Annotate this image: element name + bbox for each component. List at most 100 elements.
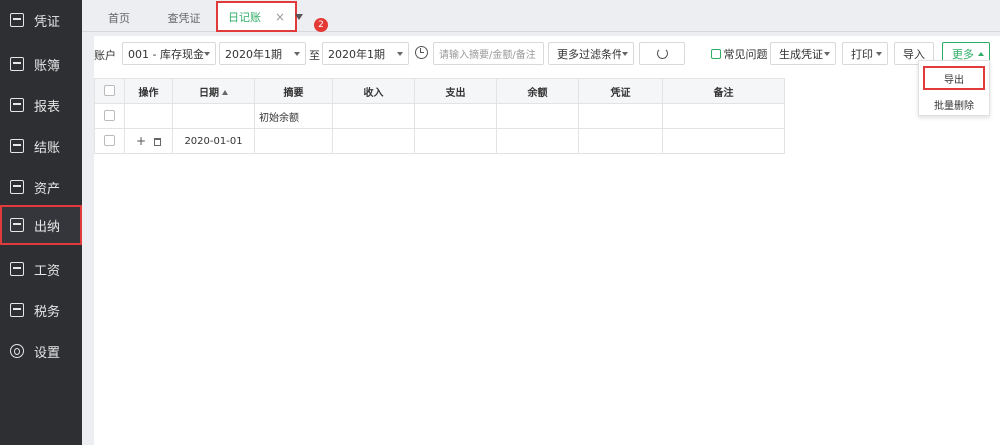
faq-label: 常见问题 xyxy=(723,47,768,61)
income-cell[interactable] xyxy=(332,128,415,154)
chevron-down-icon xyxy=(294,52,300,56)
expense-cell[interactable] xyxy=(414,128,497,154)
checkbox-settle-icon xyxy=(10,139,24,153)
column-header-expense: 支出 xyxy=(414,78,497,104)
balance-cell xyxy=(496,128,579,154)
faq-link[interactable]: 常见问题 xyxy=(710,42,768,65)
sidebar-item-label: 报表 xyxy=(34,99,61,115)
menu-item-label: 导出 xyxy=(944,74,964,86)
income-cell[interactable] xyxy=(332,103,415,129)
account-label: 账户 xyxy=(94,49,116,62)
sidebar-item-label: 出纳 xyxy=(34,219,61,235)
row-checkbox-cell xyxy=(94,103,125,129)
journal-table: 操作 日期 摘要 收入 支出 余额 凭证 备注 初始余额 + 2020-01-0… xyxy=(94,78,785,154)
menu-item-export[interactable]: 导出 xyxy=(923,66,985,90)
print-button[interactable]: 打印 xyxy=(842,42,888,65)
column-header-note: 备注 xyxy=(662,78,785,104)
range-separator: 至 xyxy=(309,49,320,62)
salary-card-icon xyxy=(10,262,24,276)
tab-home[interactable]: 首页 xyxy=(94,4,144,32)
op-cell: + xyxy=(124,128,173,154)
row-checkbox-cell xyxy=(94,128,125,154)
period-start-value: 2020年1期 xyxy=(225,47,282,61)
sidebar-item-report[interactable]: 报表 xyxy=(0,85,82,125)
close-icon[interactable]: × xyxy=(275,10,285,24)
report-icon xyxy=(10,98,24,112)
column-header-op: 操作 xyxy=(124,78,173,104)
sidebar-item-asset[interactable]: 资产 xyxy=(0,167,82,207)
row-checkbox[interactable] xyxy=(104,110,115,122)
tab-journal[interactable]: 日记账 × xyxy=(216,1,297,32)
date-cell[interactable]: 2020-01-01 xyxy=(172,128,255,154)
edit-voucher-icon xyxy=(10,13,24,27)
date-cell xyxy=(172,103,255,129)
expense-cell[interactable] xyxy=(414,103,497,129)
tab-label: 日记账 xyxy=(227,10,261,24)
chevron-down-icon xyxy=(622,52,628,56)
sidebar-item-settings[interactable]: 设置 xyxy=(0,331,82,371)
trash-icon[interactable] xyxy=(154,138,162,146)
column-header-label: 日期 xyxy=(199,87,219,99)
op-cell xyxy=(124,103,173,129)
summary-cell[interactable]: 初始余额 xyxy=(254,103,333,129)
chevron-down-icon xyxy=(824,52,830,56)
voucher-cell xyxy=(578,128,663,154)
chevron-up-icon xyxy=(978,52,984,56)
table-row: 初始余额 xyxy=(94,103,785,129)
sidebar-item-label: 税务 xyxy=(34,304,61,320)
chevron-down-icon xyxy=(397,52,403,56)
sidebar-item-ledger[interactable]: 账簿 xyxy=(0,44,82,84)
column-header-voucher: 凭证 xyxy=(578,78,663,104)
account-select[interactable]: 001 - 库存现金 xyxy=(122,42,216,65)
period-end-value: 2020年1期 xyxy=(328,47,385,61)
row-checkbox[interactable] xyxy=(104,135,115,147)
tax-icon xyxy=(10,303,24,317)
sort-ascending-icon[interactable] xyxy=(222,90,228,95)
more-filters-button[interactable]: 更多过滤条件 xyxy=(548,42,634,65)
tab-more-caret-icon[interactable] xyxy=(295,14,303,20)
search-input[interactable]: 请输入摘要/金额/备注 xyxy=(433,42,544,65)
add-row-icon[interactable]: + xyxy=(136,134,146,148)
refresh-button[interactable] xyxy=(639,42,685,65)
sidebar-item-label: 凭证 xyxy=(34,14,61,30)
sidebar-item-label: 资产 xyxy=(34,181,61,197)
asset-icon xyxy=(10,180,24,194)
column-header-date[interactable]: 日期 xyxy=(172,78,255,104)
sidebar-item-salary[interactable]: 工资 xyxy=(0,249,82,289)
step-badge-2: 2 xyxy=(314,18,328,32)
sidebar-item-label: 结账 xyxy=(34,140,61,156)
sidebar-item-cashier[interactable]: 出纳 xyxy=(0,205,82,245)
refresh-icon xyxy=(656,48,668,59)
voucher-cell xyxy=(578,103,663,129)
clock-icon[interactable] xyxy=(415,46,428,59)
chevron-down-icon xyxy=(204,52,210,56)
menu-item-batch-delete[interactable]: 批量删除 xyxy=(919,92,989,116)
journal-main-panel: 账户 001 - 库存现金 2020年1期 至 2020年1期 请输入摘要/金额… xyxy=(94,36,1000,445)
column-header-summary: 摘要 xyxy=(254,78,333,104)
column-header-income: 收入 xyxy=(332,78,415,104)
balance-cell xyxy=(496,103,579,129)
period-start-select[interactable]: 2020年1期 xyxy=(219,42,306,65)
sidebar-item-voucher[interactable]: 凭证 xyxy=(0,0,82,40)
help-icon xyxy=(710,48,721,59)
note-cell[interactable] xyxy=(662,128,785,154)
tab-label: 查凭证 xyxy=(167,12,201,25)
sidebar-item-label: 设置 xyxy=(34,345,61,361)
sidebar-item-label: 账簿 xyxy=(34,58,61,74)
select-all-checkbox[interactable] xyxy=(104,85,115,97)
select-all-cell xyxy=(94,78,125,104)
note-cell[interactable] xyxy=(662,103,785,129)
generate-voucher-button[interactable]: 生成凭证 xyxy=(770,42,836,65)
sidebar-item-settle[interactable]: 结账 xyxy=(0,126,82,166)
sidebar: 凭证 账簿 报表 结账 资产 出纳 工资 税务 设置 xyxy=(0,0,82,445)
sidebar-item-tax[interactable]: 税务 xyxy=(0,290,82,330)
menu-item-label: 批量删除 xyxy=(934,100,974,112)
period-end-select[interactable]: 2020年1期 xyxy=(322,42,409,65)
summary-cell[interactable] xyxy=(254,128,333,154)
print-label: 打印 xyxy=(851,47,873,61)
generate-voucher-label: 生成凭证 xyxy=(779,47,823,61)
tab-view-voucher[interactable]: 查凭证 xyxy=(154,4,214,32)
cashier-icon xyxy=(10,218,24,232)
ledger-book-icon xyxy=(10,57,24,71)
tab-bar: 首页 查凭证 日记账 × xyxy=(82,0,1000,32)
